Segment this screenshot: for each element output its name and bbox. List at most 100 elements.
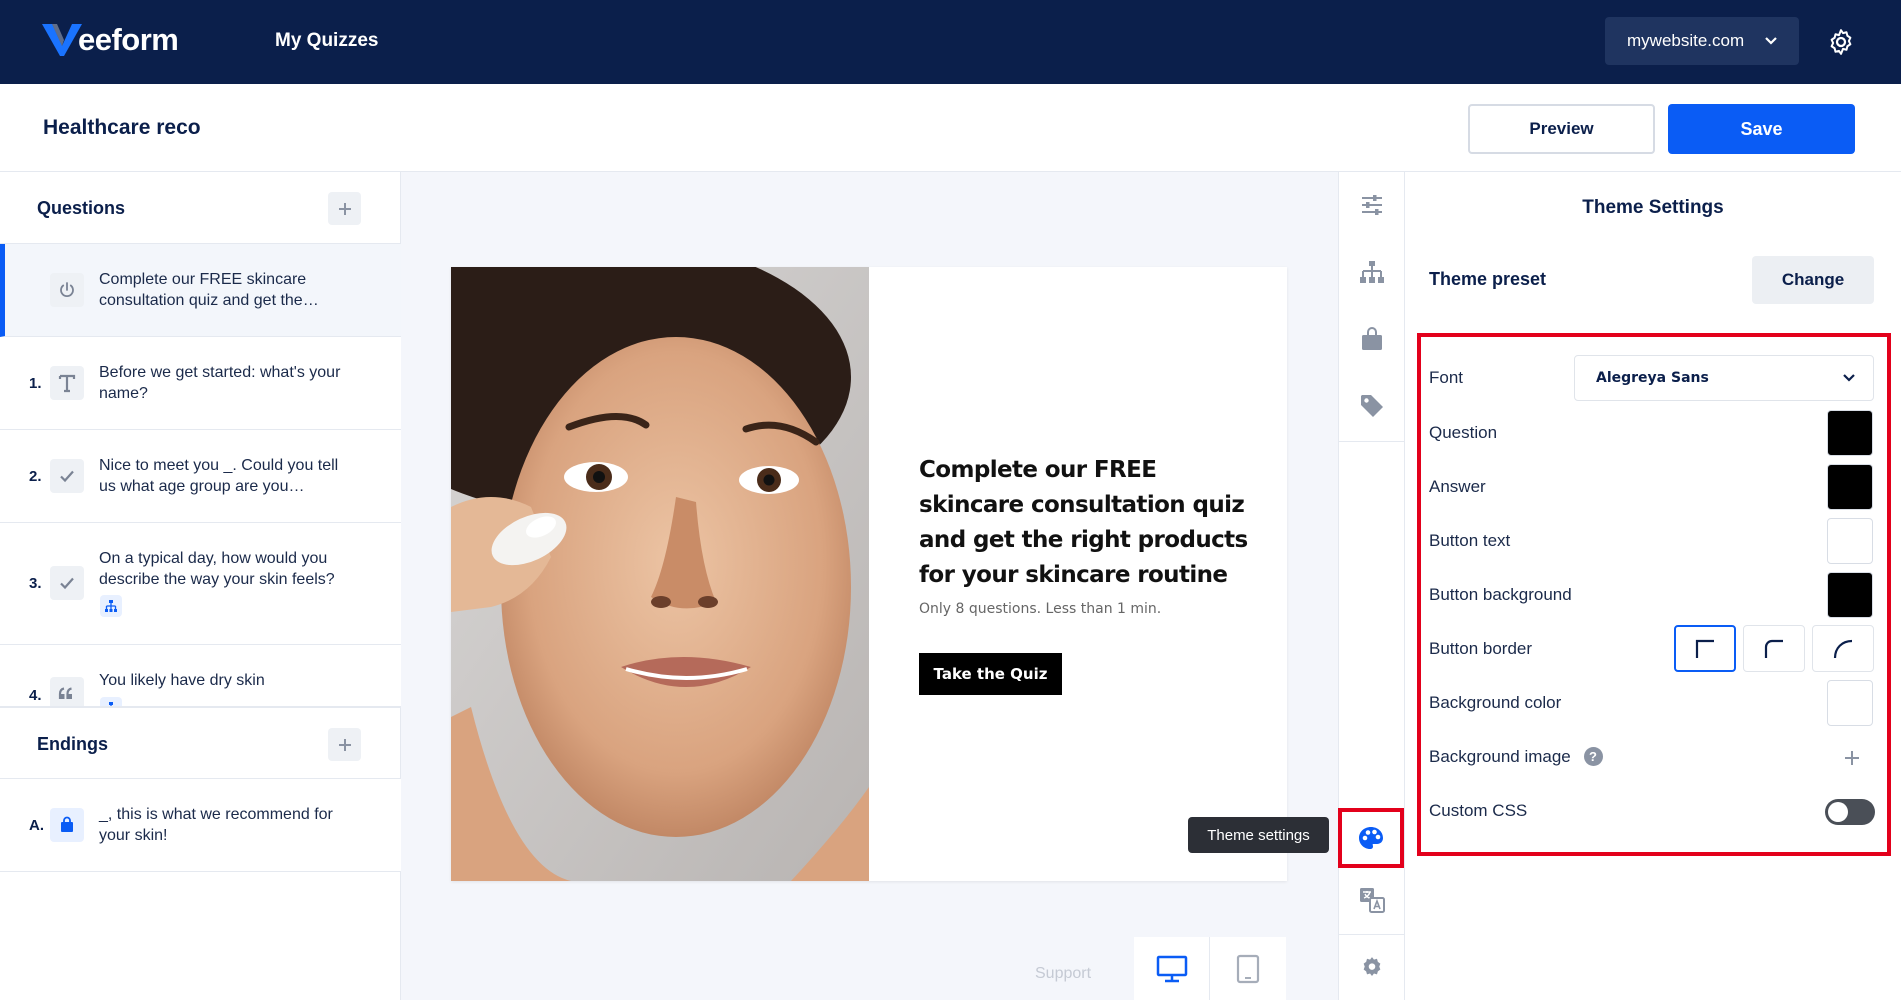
theme-settings-tooltip: Theme settings [1188, 817, 1329, 853]
question-text: Nice to meet you _. Could you tell us wh… [99, 457, 339, 495]
quiz-canvas: Complete our FREE skincare consultation … [401, 172, 1338, 1000]
add-background-image-button[interactable] [1838, 744, 1866, 772]
plus-icon [1845, 751, 1859, 765]
button-border-rounded[interactable] [1743, 625, 1805, 672]
card-title: Complete our FREE skincare consultation … [919, 457, 1248, 588]
rail-general-settings[interactable] [1339, 172, 1405, 238]
logic-tree-icon [1360, 261, 1384, 283]
quiz-header: Healthcare reco Preview Save [0, 84, 1901, 172]
button-background-swatch[interactable] [1827, 572, 1873, 618]
ending-letter: A. [29, 817, 44, 834]
question-item-intro[interactable]: Complete our FREE skincare consultation … [0, 244, 401, 337]
ending-item-a[interactable]: A. _, this is what we recommend for your… [0, 779, 401, 872]
endings-heading: Endings [37, 734, 108, 754]
translate-icon [1360, 888, 1385, 913]
questions-sidebar: Questions Complete our FREE skincare con… [0, 172, 401, 1000]
bag-icon [50, 808, 84, 842]
desktop-icon [1156, 955, 1187, 982]
button-text-color-swatch[interactable] [1827, 518, 1873, 564]
logic-branch-icon [100, 697, 122, 706]
question-color-swatch[interactable] [1827, 410, 1873, 456]
questions-section-header: Questions [0, 172, 401, 244]
logo-text: eeform [78, 22, 179, 57]
font-select[interactable]: Alegreya Sans [1574, 355, 1874, 401]
support-link[interactable]: Support [1035, 965, 1091, 983]
question-item-3[interactable]: 3. On a typical day, how would you descr… [0, 523, 401, 645]
background-color-label: Background color [1429, 693, 1562, 712]
chevron-down-icon [1843, 374, 1855, 382]
veeform-logo[interactable]: eeform [42, 20, 179, 60]
card-subtitle: Only 8 questions. Less than 1 min. [919, 601, 1162, 617]
button-background-label: Button background [1429, 585, 1572, 604]
panel-title: Theme Settings [1582, 197, 1724, 218]
gear-icon[interactable] [1826, 27, 1856, 57]
question-text: Complete our FREE skincare consultation … [99, 271, 319, 309]
theme-settings-panel: Theme Settings Theme preset Change Font … [1405, 172, 1901, 1000]
tablet-icon [1236, 954, 1260, 983]
font-label: Font [1429, 368, 1464, 387]
website-select[interactable]: mywebsite.com [1605, 17, 1799, 65]
plus-icon [338, 738, 351, 751]
question-number: 4. [29, 687, 42, 704]
rail-tags[interactable] [1339, 373, 1405, 439]
top-navbar: eeform My Quizzes mywebsite.com [0, 0, 1901, 84]
endings-section-header: Endings [0, 707, 401, 779]
gear-icon [1363, 957, 1381, 977]
rail-products[interactable] [1339, 306, 1405, 372]
website-select-value: mywebsite.com [1627, 31, 1745, 50]
button-text-color-label: Button text [1429, 531, 1511, 550]
take-quiz-button[interactable]: Take the Quiz [919, 653, 1062, 695]
button-border-label: Button border [1429, 639, 1533, 658]
help-icon[interactable]: ? [1583, 747, 1603, 766]
rail-logic[interactable] [1339, 239, 1405, 305]
question-number: 3. [29, 575, 42, 592]
question-number: 1. [29, 375, 42, 392]
theme-preset-label: Theme preset [1429, 269, 1547, 289]
preview-button[interactable]: Preview [1468, 104, 1655, 154]
question-number: 2. [29, 468, 42, 485]
toggle-knob [1828, 802, 1848, 822]
check-icon [50, 566, 84, 600]
tag-icon [1361, 395, 1383, 417]
answer-color-swatch[interactable] [1827, 464, 1873, 510]
tablet-view-button[interactable] [1210, 937, 1286, 1000]
background-color-swatch[interactable] [1827, 680, 1873, 726]
button-border-square[interactable] [1674, 625, 1736, 672]
rail-quiz-settings[interactable] [1339, 935, 1405, 1000]
rounded-corner-icon [1764, 639, 1783, 658]
change-preset-button[interactable]: Change [1752, 256, 1874, 304]
question-item-2[interactable]: 2. Nice to meet you _. Could you tell us… [0, 430, 401, 523]
veeform-v-logo-icon [42, 24, 82, 56]
logic-branch-icon [100, 595, 122, 617]
answer-color-label: Answer [1429, 477, 1486, 496]
quiz-title[interactable]: Healthcare reco [43, 116, 201, 140]
power-icon [50, 273, 84, 307]
settings-rail [1338, 172, 1405, 1000]
check-icon [50, 459, 84, 493]
question-item-1[interactable]: 1. Before we get started: what's your na… [0, 337, 401, 430]
ending-text: _, this is what we recommend for your sk… [99, 806, 333, 844]
font-select-value: Alegreya Sans [1596, 370, 1709, 386]
skincare-model-image [451, 267, 869, 881]
question-text: Before we get started: what's your name? [99, 364, 341, 402]
sliders-icon [1362, 195, 1382, 215]
question-text: On a typical day, how would you describe… [99, 550, 335, 588]
palette-icon [1359, 827, 1383, 849]
save-button[interactable]: Save [1668, 104, 1855, 154]
rail-divider [1339, 441, 1405, 442]
button-border-pill[interactable] [1812, 625, 1874, 672]
add-question-button[interactable] [328, 192, 361, 225]
custom-css-toggle[interactable] [1825, 799, 1875, 825]
quiz-preview-card: Complete our FREE skincare consultation … [451, 267, 1287, 881]
desktop-view-button[interactable] [1134, 937, 1210, 1000]
chevron-down-icon [1765, 37, 1777, 45]
question-item-4[interactable]: 4. You likely have dry skin [0, 645, 401, 707]
questions-heading: Questions [37, 198, 126, 218]
rail-translations[interactable] [1339, 867, 1405, 933]
add-ending-button[interactable] [328, 728, 361, 761]
nav-my-quizzes[interactable]: My Quizzes [275, 30, 378, 52]
shopping-bag-icon [1362, 327, 1382, 350]
device-toggle [1134, 937, 1286, 1000]
background-image-row: Background image ? [1429, 747, 1603, 767]
rail-theme-settings[interactable] [1338, 808, 1404, 868]
